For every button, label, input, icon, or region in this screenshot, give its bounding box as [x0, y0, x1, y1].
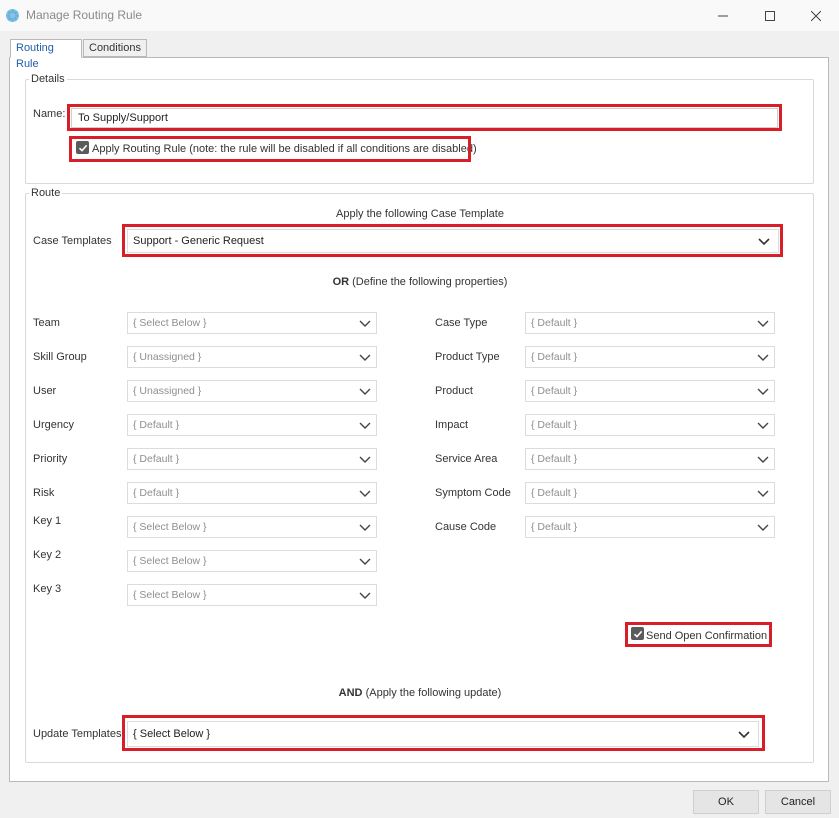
send-open-confirmation-label: Send Open Confirmation — [646, 630, 768, 642]
and-rest: (Apply the following update) — [362, 687, 502, 699]
product-type-value: { Default } — [531, 351, 578, 363]
service-area-dropdown[interactable]: { Default } — [525, 448, 775, 470]
update-templates-label: Update Templates — [33, 728, 122, 740]
case-templates-value: Support - Generic Request — [133, 235, 264, 247]
chevron-down-icon — [757, 354, 769, 361]
chevron-down-icon — [359, 320, 371, 327]
chevron-down-icon — [359, 456, 371, 463]
chevron-down-icon — [359, 422, 371, 429]
case-templates-label: Case Templates — [33, 235, 112, 247]
key-1-value: { Select Below } — [133, 521, 207, 533]
priority-label: Priority — [33, 453, 68, 465]
cause-code-label: Cause Code — [435, 521, 497, 533]
team-label: Team — [33, 317, 60, 329]
chevron-down-icon — [359, 354, 371, 361]
chevron-down-icon — [359, 558, 371, 565]
team-value: { Select Below } — [133, 317, 207, 329]
ok-button[interactable]: OK — [693, 790, 759, 814]
product-type-label: Product Type — [435, 351, 500, 363]
key-3-dropdown[interactable]: { Select Below } — [127, 584, 377, 606]
chevron-down-icon — [757, 388, 769, 395]
risk-label: Risk — [33, 487, 55, 499]
key-3-value: { Select Below } — [133, 589, 207, 601]
product-dropdown[interactable]: { Default } — [525, 380, 775, 402]
case-type-value: { Default } — [531, 317, 578, 329]
apply-template-heading: Apply the following Case Template — [336, 208, 504, 220]
checkmark-icon — [78, 144, 87, 152]
urgency-value: { Default } — [133, 419, 180, 431]
urgency-dropdown[interactable]: { Default } — [127, 414, 377, 436]
app-logo-icon — [5, 8, 20, 23]
maximize-icon[interactable] — [747, 0, 793, 31]
symptom-code-label: Symptom Code — [435, 487, 511, 499]
key-1-label: Key 1 — [33, 515, 62, 527]
service-area-value: { Default } — [531, 453, 578, 465]
update-templates-dropdown[interactable]: { Select Below } — [127, 721, 759, 747]
product-label: Product — [435, 385, 473, 397]
key-2-dropdown[interactable]: { Select Below } — [127, 550, 377, 572]
name-input[interactable]: To Supply/Support — [71, 108, 778, 128]
chevron-down-icon — [758, 238, 770, 246]
tab-routing-rule[interactable]: Routing Rule — [10, 39, 82, 70]
close-icon[interactable] — [793, 0, 839, 31]
and-bold: AND — [338, 687, 363, 699]
name-label: Name: — [33, 108, 66, 120]
cause-code-value: { Default } — [531, 521, 578, 533]
impact-dropdown[interactable]: { Default } — [525, 414, 775, 436]
product-type-dropdown[interactable]: { Default } — [525, 346, 775, 368]
service-area-label: Service Area — [435, 453, 498, 465]
product-value: { Default } — [531, 385, 578, 397]
or-rest: (Define the following properties) — [349, 276, 508, 288]
and-heading: AND (Apply the following update) — [300, 687, 540, 699]
urgency-label: Urgency — [33, 419, 74, 431]
cause-code-dropdown[interactable]: { Default } — [525, 516, 775, 538]
window-title: Manage Routing Rule — [26, 8, 143, 22]
cancel-button[interactable]: Cancel — [765, 790, 831, 814]
or-heading: OR (Define the following properties) — [300, 276, 540, 288]
symptom-code-dropdown[interactable]: { Default } — [525, 482, 775, 504]
details-group — [25, 79, 814, 184]
chevron-down-icon — [359, 490, 371, 497]
chevron-down-icon — [359, 524, 371, 531]
send-open-confirmation-checkbox[interactable] — [631, 627, 644, 640]
chevron-down-icon — [757, 456, 769, 463]
chevron-down-icon — [359, 388, 371, 395]
details-group-label: Details — [29, 73, 67, 85]
minimize-icon[interactable] — [700, 0, 746, 31]
key-1-dropdown[interactable]: { Select Below } — [127, 516, 377, 538]
route-group-label: Route — [29, 187, 63, 199]
apply-routing-rule-checkbox[interactable] — [76, 141, 89, 154]
skill-group-value: { Unassigned } — [133, 351, 202, 363]
or-bold: OR — [332, 276, 350, 288]
tab-conditions[interactable]: Conditions — [83, 39, 147, 57]
chevron-down-icon — [757, 524, 769, 531]
case-templates-dropdown[interactable]: Support - Generic Request — [127, 229, 779, 253]
case-type-dropdown[interactable]: { Default } — [525, 312, 775, 334]
symptom-code-value: { Default } — [531, 487, 578, 499]
chevron-down-icon — [757, 490, 769, 497]
priority-dropdown[interactable]: { Default } — [127, 448, 377, 470]
chevron-down-icon — [738, 731, 750, 739]
team-dropdown[interactable]: { Select Below } — [127, 312, 377, 334]
checkmark-icon — [633, 630, 642, 638]
case-type-label: Case Type — [435, 317, 488, 329]
skill-group-dropdown[interactable]: { Unassigned } — [127, 346, 377, 368]
skill-group-label: Skill Group — [33, 351, 87, 363]
chevron-down-icon — [359, 592, 371, 599]
impact-value: { Default } — [531, 419, 578, 431]
key-2-value: { Select Below } — [133, 555, 207, 567]
apply-routing-rule-label: Apply Routing Rule (note: the rule will … — [92, 143, 477, 155]
update-templates-value: { Select Below } — [133, 728, 211, 740]
key-2-label: Key 2 — [33, 549, 62, 561]
chevron-down-icon — [757, 422, 769, 429]
key-3-label: Key 3 — [33, 583, 62, 595]
risk-dropdown[interactable]: { Default } — [127, 482, 377, 504]
impact-label: Impact — [435, 419, 469, 431]
risk-value: { Default } — [133, 487, 180, 499]
user-label: User — [33, 385, 57, 397]
priority-value: { Default } — [133, 453, 180, 465]
chevron-down-icon — [757, 320, 769, 327]
user-dropdown[interactable]: { Unassigned } — [127, 380, 377, 402]
user-value: { Unassigned } — [133, 385, 202, 397]
